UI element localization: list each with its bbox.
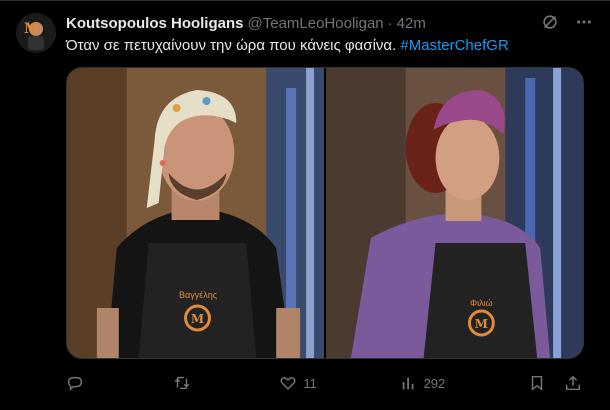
like-button[interactable]: 11 xyxy=(279,374,317,392)
tweet-header: Koutsopoulos Hooligans @TeamLeoHooligan … xyxy=(66,12,594,34)
left-apron-name: Βαγγέλης xyxy=(179,290,218,300)
media-image[interactable]: M Βαγγέλης M Φιλιώ xyxy=(66,67,584,359)
user-handle[interactable]: @TeamLeoHooligan xyxy=(248,15,384,32)
tweet-card[interactable]: M Koutsopoulos Hooligans @TeamLeoHooliga… xyxy=(0,0,610,410)
reply-icon xyxy=(67,376,83,392)
tweet-body: Όταν σε πετυχαίνουν την ώρα που κάνεις φ… xyxy=(66,37,401,54)
tweet-actions: 11 292 xyxy=(66,371,584,395)
views-button[interactable]: 292 xyxy=(400,374,446,392)
view-count: 292 xyxy=(423,375,446,391)
bookmark-button[interactable] xyxy=(528,374,548,392)
right-apron-name: Φιλιώ xyxy=(470,298,493,308)
svg-text:M: M xyxy=(24,21,40,37)
more-options-icon[interactable] xyxy=(574,12,594,32)
hashtag-link[interactable]: #MasterChefGR xyxy=(400,37,508,54)
separator-dot: · xyxy=(387,14,393,32)
heart-icon xyxy=(280,377,296,390)
header-icons xyxy=(540,12,594,32)
timestamp[interactable]: 42m xyxy=(397,15,426,32)
svg-text:M: M xyxy=(475,317,488,331)
svg-text:M: M xyxy=(191,312,204,326)
analytics-icon xyxy=(402,377,414,390)
avatar[interactable]: M xyxy=(16,13,56,53)
share-icon xyxy=(565,375,580,391)
media-right-panel: M Φιλιώ xyxy=(326,68,583,358)
tweet-text: Όταν σε πετυχαίνουν την ώρα που κάνεις φ… xyxy=(66,36,594,56)
secondary-actions xyxy=(528,374,584,392)
media-left-panel: M Βαγγέλης xyxy=(67,68,324,358)
retweet-button[interactable] xyxy=(173,374,197,392)
retweet-icon xyxy=(174,376,189,390)
display-name[interactable]: Koutsopoulos Hooligans xyxy=(66,15,244,32)
share-button[interactable] xyxy=(564,374,584,392)
grok-icon[interactable] xyxy=(540,12,560,32)
like-count: 11 xyxy=(303,375,317,391)
reply-button[interactable] xyxy=(66,374,90,392)
bookmark-icon xyxy=(531,375,543,391)
